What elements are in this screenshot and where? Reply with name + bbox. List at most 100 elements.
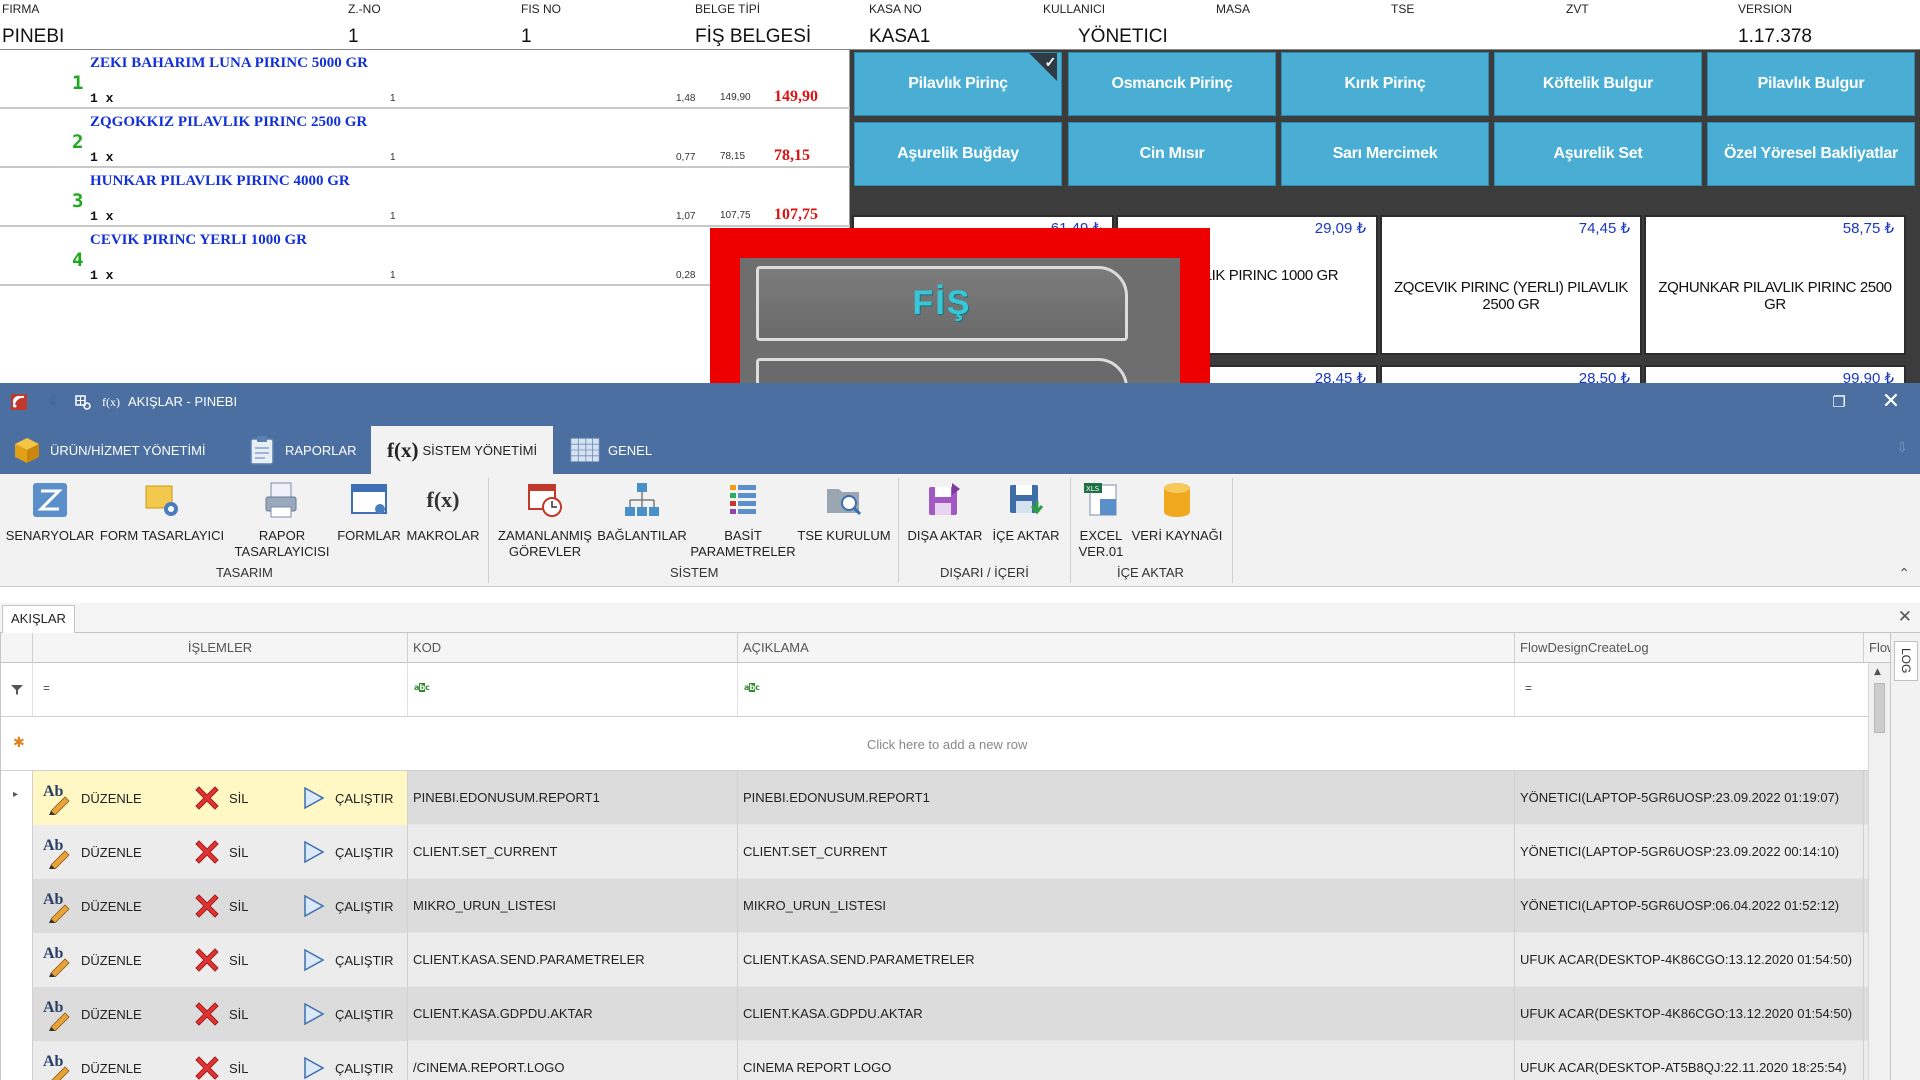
rapor-tasarlayicisi-button[interactable]: RAPOR TASARLAYICISI [232, 480, 332, 560]
receipt-line[interactable]: 1 ZEKI BAHARIM LUNA PIRINC 5000 GR 1 x 1… [0, 50, 850, 109]
cell-aciklama[interactable]: PINEBI.EDONUSUM.REPORT1 [738, 771, 1515, 825]
baglantilar-button[interactable]: BAĞLANTILAR [597, 480, 687, 544]
run-button[interactable]: ÇALIŞTIR [295, 889, 394, 923]
cell-log[interactable]: UFUK ACAR(DESKTOP-4K86CGO:13.12.2020 01:… [1515, 933, 1864, 987]
category-button[interactable]: Aşurelik Buğday [854, 122, 1062, 186]
disa-aktar-button[interactable]: DIŞA AKTAR [905, 480, 985, 544]
category-button[interactable]: Osmancık Pirinç [1068, 52, 1276, 116]
row-indicator[interactable] [1, 879, 33, 933]
filter-aciklama[interactable]: abc [738, 663, 1515, 717]
cell-log[interactable]: YÖNETICI(LAPTOP-5GR6UOSP:23.09.2022 01:1… [1515, 771, 1864, 825]
cell-log[interactable]: UFUK ACAR(DESKTOP-4K86CGO:13.12.2020 01:… [1515, 987, 1864, 1041]
log-tab[interactable]: LOG [1894, 641, 1918, 681]
fx-icon[interactable]: f(x) [102, 393, 120, 411]
edit-button[interactable]: Ab DÜZENLE [41, 1051, 142, 1080]
tab-urun-hizmet[interactable]: ÜRÜN/HİZMET YÖNETİMİ [0, 426, 225, 474]
cell-kod[interactable]: MIKRO_URUN_LISTESI [408, 879, 738, 933]
edit-button[interactable]: Ab DÜZENLE [41, 835, 142, 869]
run-button[interactable]: ÇALIŞTIR [295, 781, 394, 815]
category-button[interactable]: Özel Yöresel Bakliyatlar [1707, 122, 1915, 186]
delete-button[interactable]: SİL [189, 997, 249, 1031]
product-tile[interactable]: 99,90 ₺ [1644, 365, 1906, 383]
cell-kod[interactable]: /CINEMA.REPORT.LOGO [408, 1041, 738, 1080]
row-indicator[interactable] [1, 825, 33, 879]
cell-kod[interactable]: PINEBI.EDONUSUM.REPORT1 [408, 771, 738, 825]
row-indicator[interactable] [1, 987, 33, 1041]
delete-button[interactable]: SİL [189, 1051, 249, 1080]
product-tile[interactable]: 58,75 ₺ ZQHUNKAR PILAVLIK PIRINC 2500 GR [1644, 215, 1906, 355]
category-button[interactable]: Sarı Mercimek [1281, 122, 1489, 186]
download-icon[interactable]: ⇩ [44, 393, 62, 411]
scroll-up-icon[interactable]: ▲ [1874, 667, 1881, 677]
run-button[interactable]: ÇALIŞTIR [295, 1051, 394, 1080]
cell-kod[interactable]: CLIENT.SET_CURRENT [408, 825, 738, 879]
receipt-line[interactable]: 3 HUNKAR PILAVLIK PIRINC 4000 GR 1 x 1 1… [0, 168, 850, 227]
filter-kod[interactable]: abc [408, 663, 738, 717]
tab-sistem-yonetimi[interactable]: f(x) SİSTEM YÖNETİMİ [371, 426, 553, 474]
column-header-log[interactable]: FlowDesignCreateLog [1515, 633, 1864, 663]
cell-aciklama[interactable]: CINEMA REPORT LOGO [738, 1041, 1515, 1080]
zamanlanmis-gorevler-button[interactable]: ZAMANLANMIŞ GÖREVLER [497, 480, 593, 560]
table-row[interactable]: Ab DÜZENLE SİL ÇALIŞTIR CLIENT.KASA.SEND.PAR… [1, 933, 1874, 987]
basit-parametreler-button[interactable]: BASİT PARAMETRELER [690, 480, 796, 560]
tab-akislar[interactable]: AKIŞLAR [2, 605, 75, 633]
column-header-flow[interactable]: Flow [1864, 633, 1890, 663]
table-row[interactable]: ▸ Ab DÜZENLE SİL ÇALIŞTIR PINEBI.EDONUSUM.REP… [1, 771, 1874, 825]
formlar-button[interactable]: FORMLAR [337, 480, 401, 544]
delete-button[interactable]: SİL [189, 781, 249, 815]
cell-kod[interactable]: CLIENT.KASA.SEND.PARAMETRELER [408, 933, 738, 987]
category-button[interactable]: Cin Mısır [1068, 122, 1276, 186]
senaryolar-button[interactable]: SENARYOLAR [6, 480, 94, 544]
table-row[interactable]: Ab DÜZENLE SİL ÇALIŞTIR CLIENT.KASA.GDPDU.AK… [1, 987, 1874, 1041]
vertical-scrollbar[interactable]: ▲ [1868, 663, 1890, 1080]
edit-button[interactable]: Ab DÜZENLE [41, 943, 142, 977]
form-tasarlayici-button[interactable]: FORM TASARLAYICI [100, 480, 224, 544]
cell-aciklama[interactable]: CLIENT.KASA.GDPDU.AKTAR [738, 987, 1515, 1041]
tab-raporlar[interactable]: RAPORLAR [235, 426, 370, 474]
close-window-button[interactable]: ✕ [1880, 391, 1902, 413]
run-button[interactable]: ÇALIŞTIR [295, 997, 394, 1031]
column-header-aciklama[interactable]: AÇIKLAMA [738, 633, 1515, 663]
edit-button[interactable]: Ab DÜZENLE [41, 889, 142, 923]
edit-button[interactable]: Ab DÜZENLE [41, 997, 142, 1031]
column-header-kod[interactable]: KOD [408, 633, 738, 663]
table-row[interactable]: Ab DÜZENLE SİL ÇALIŞTIR/CINEMA.REPORT.LOGO C… [1, 1041, 1874, 1080]
product-tile[interactable]: 28,50 ₺ [1380, 365, 1642, 383]
row-indicator[interactable] [1, 1041, 33, 1080]
tab-genel[interactable]: GENEL [556, 426, 666, 474]
add-new-row[interactable]: ✱ Click here to add a new row [1, 717, 1869, 771]
run-button[interactable]: ÇALIŞTIR [295, 943, 394, 977]
cell-log[interactable]: UFUK ACAR(DESKTOP-AT5B8QJ:22.11.2020 18:… [1515, 1041, 1864, 1080]
column-header-islemler[interactable]: İŞLEMLER [33, 633, 408, 663]
tse-kurulum-button[interactable]: TSE KURULUM [797, 480, 891, 544]
edit-button[interactable]: Ab DÜZENLE [41, 781, 142, 815]
table-row[interactable]: Ab DÜZENLE SİL ÇALIŞTIR CLIENT.SET_CURRENT CL… [1, 825, 1874, 879]
makrolar-button[interactable]: f(x) MAKROLAR [405, 480, 481, 544]
product-tile[interactable]: 74,45 ₺ ZQCEVIK PIRINC (YERLI) PILAVLIK … [1380, 215, 1642, 355]
close-document-button[interactable]: ✕ [1898, 607, 1912, 627]
restore-window-button[interactable]: ❐ [1830, 393, 1848, 411]
category-button[interactable]: Köftelik Bulgur [1494, 52, 1702, 116]
ice-aktar-button[interactable]: İÇE AKTAR [990, 480, 1062, 544]
settings-grid-icon[interactable] [74, 393, 92, 411]
cell-kod[interactable]: CLIENT.KASA.GDPDU.AKTAR [408, 987, 738, 1041]
cell-aciklama[interactable]: CLIENT.SET_CURRENT [738, 825, 1515, 879]
filter-islemler[interactable]: = [33, 663, 408, 717]
cell-aciklama[interactable]: CLIENT.KASA.SEND.PARAMETRELER [738, 933, 1515, 987]
cell-aciklama[interactable]: MIKRO_URUN_LISTESI [738, 879, 1515, 933]
category-button[interactable]: Pilavlık Bulgur [1707, 52, 1915, 116]
filter-log[interactable]: = [1515, 663, 1869, 717]
table-row[interactable]: Ab DÜZENLE SİL ÇALIŞTIR MIKRO_URUN_LISTESI MI… [1, 879, 1874, 933]
row-indicator[interactable]: ▸ [1, 771, 33, 825]
veri-kaynagi-button[interactable]: VERİ KAYNAĞI [1130, 480, 1224, 544]
delete-button[interactable]: SİL [189, 943, 249, 977]
download-icon[interactable]: ⇩ [1896, 440, 1908, 456]
category-button[interactable]: Kırık Pirinç [1281, 52, 1489, 116]
fis-button[interactable]: FİŞ [756, 266, 1128, 341]
scroll-thumb[interactable] [1874, 683, 1885, 733]
run-button[interactable]: ÇALIŞTIR [295, 835, 394, 869]
receipt-line[interactable]: 2 ZQGOKKIZ PILAVLIK PIRINC 2500 GR 1 x 1… [0, 109, 850, 168]
excel-import-button[interactable]: XLS EXCEL VER.01 [1078, 480, 1124, 560]
category-button[interactable]: Pilavlık Pirinç ✓ [854, 52, 1062, 116]
collapse-ribbon-button[interactable]: ⌃ [1898, 566, 1910, 582]
